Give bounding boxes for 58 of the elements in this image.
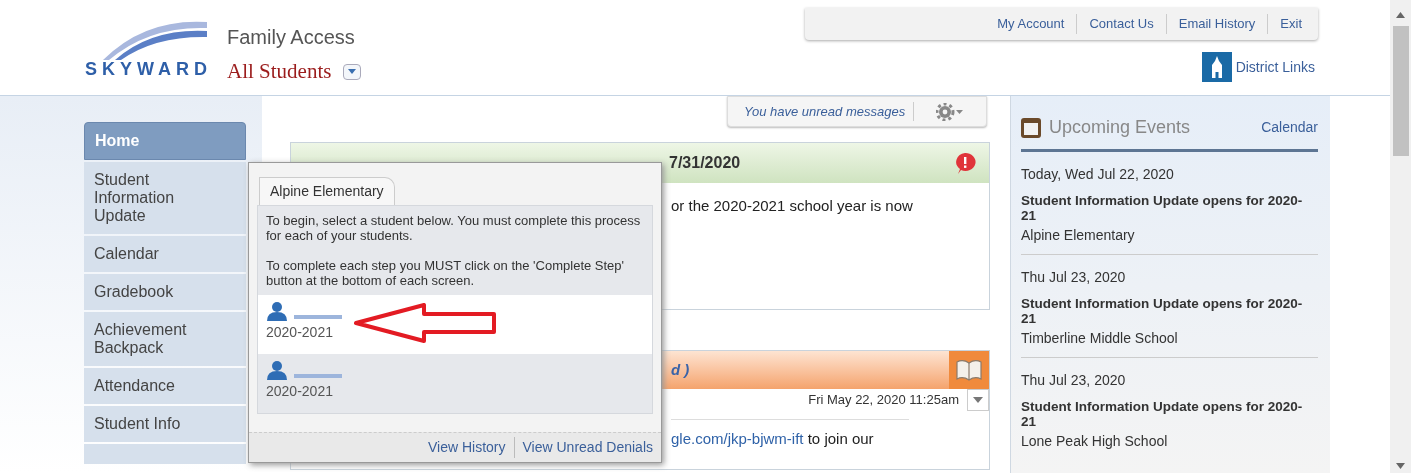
menu-dropdown[interactable]	[967, 389, 989, 411]
calendar-link[interactable]: Calendar	[1261, 117, 1318, 138]
event-title[interactable]: Student Information Update opens for 2020-21	[1021, 193, 1318, 223]
event-date: Thu Jul 23, 2020	[1021, 371, 1127, 390]
blurred-name-icon	[294, 313, 342, 321]
top-link[interactable]: My Account	[985, 14, 1077, 34]
caret-icon	[973, 397, 983, 403]
top-link[interactable]: Contact Us	[1076, 14, 1166, 34]
event-title[interactable]: Student Information Update opens for 2020-21	[1021, 399, 1318, 429]
school-year: 2020-2021	[266, 323, 333, 342]
meeting-link[interactable]: gle.com/jkp-bjwm-ift	[671, 430, 804, 447]
event-title[interactable]: Student Information Update opens for 2020-21	[1021, 296, 1318, 326]
footer-link[interactable]: View History	[427, 437, 506, 458]
nav-item[interactable]: Attendance	[84, 368, 246, 404]
scroll-down-icon[interactable]	[1396, 463, 1405, 469]
card-title: d )	[671, 359, 690, 380]
calendar-icon	[1021, 117, 1041, 138]
event-school: Alpine Elementary	[1021, 226, 1136, 245]
settings-icon	[936, 102, 965, 121]
district-links[interactable]: District Links	[1235, 56, 1315, 78]
student-picker[interactable]: All Students	[227, 56, 332, 88]
scrollbar-thumb[interactable]	[1392, 26, 1409, 156]
school-tab[interactable]: Alpine Elementary	[259, 177, 395, 205]
event-date: Today, Wed Jul 22, 2020	[1021, 165, 1175, 184]
footer-link[interactable]: View Unread Denials	[513, 437, 653, 458]
event-school: Lone Peak High School	[1021, 432, 1169, 451]
logo-text: SKYWARD	[85, 60, 211, 78]
school-year: 2020-2021	[266, 382, 333, 401]
caret-icon	[348, 69, 357, 75]
top-link[interactable]: Email History	[1165, 14, 1268, 34]
nav-item[interactable]: Student Information Update	[84, 162, 246, 234]
nav-item[interactable]: Gradebook	[84, 274, 246, 310]
unread-messages-text[interactable]: You have unread messages	[728, 101, 915, 122]
instructions-text: To complete each step you MUST click on the 'Complete Step' button at the bottom of each screen.	[266, 258, 626, 288]
picker-dropdown[interactable]	[343, 63, 362, 80]
intro-text: To begin, select a student below. You must complete this process for each of your students.	[266, 213, 642, 243]
settings-button[interactable]	[936, 102, 965, 121]
alert-icon	[953, 151, 977, 175]
card-text: or the 2020-2021 school year is now	[671, 197, 913, 214]
scroll-up-icon[interactable]	[1396, 12, 1405, 18]
card-title: 7/31/2020	[669, 153, 741, 173]
student-row[interactable]: 2020-2021	[258, 295, 652, 354]
arrow-icon	[354, 303, 498, 343]
blurred-name-icon	[294, 372, 342, 380]
person-icon	[266, 360, 288, 380]
app-title: Family Access	[227, 25, 356, 50]
church-icon	[1201, 52, 1232, 82]
event-school: Timberline Middle School	[1021, 329, 1179, 348]
person-icon	[266, 301, 288, 321]
top-link[interactable]: Exit	[1267, 14, 1314, 34]
event-date: Thu Jul 23, 2020	[1021, 268, 1127, 287]
nav-item[interactable]: Student Info	[84, 406, 246, 442]
nav-item[interactable]: Calendar	[84, 236, 246, 272]
nav-item[interactable]: Achievement Backpack	[84, 312, 246, 366]
book-icon	[949, 351, 989, 389]
message-text: gle.com/jkp-bjwm-ift to join our	[671, 430, 874, 447]
message-date: Fri May 22, 2020 11:25am	[808, 391, 960, 410]
panel-title: Upcoming Events	[1049, 116, 1191, 139]
